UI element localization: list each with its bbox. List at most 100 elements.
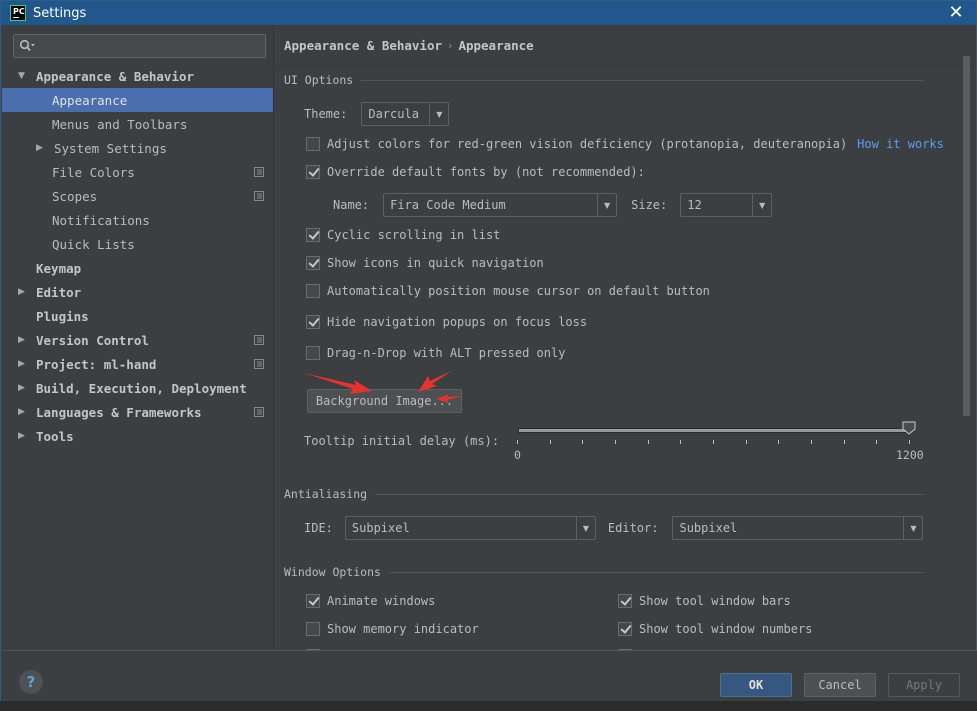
ui-option-checkbox[interactable] xyxy=(306,284,320,298)
sidebar-item-version-control[interactable]: ▶ Version Control xyxy=(2,328,273,352)
ui-option-checkbox[interactable] xyxy=(306,346,320,360)
sidebar-item-label: System Settings xyxy=(54,140,167,156)
sidebar-item-appearance[interactable]: Appearance xyxy=(2,88,273,112)
breadcrumb-parent[interactable]: Appearance & Behavior xyxy=(284,38,442,53)
ok-button-label: OK xyxy=(748,678,764,692)
ide-antialiasing-label: IDE: xyxy=(304,521,333,535)
tooltip-delay-slider-thumb[interactable] xyxy=(902,421,916,435)
override-fonts-row: Override default fonts by (not recommend… xyxy=(306,165,645,179)
expanded-arrow-icon[interactable]: ▼ xyxy=(18,71,28,81)
sidebar-item-file-colors[interactable]: File Colors xyxy=(2,160,273,184)
project-level-icon xyxy=(254,191,264,201)
font-name-combobox[interactable]: Fira Code Medium ▼ xyxy=(383,193,618,217)
font-size-combobox[interactable]: 12 ▼ xyxy=(680,193,773,217)
theme-label: Theme: xyxy=(304,107,348,121)
ui-option-checkbox[interactable] xyxy=(306,256,320,270)
collapsed-arrow-icon[interactable]: ▶ xyxy=(18,335,28,345)
background-image-button-label: Background Image... xyxy=(315,394,454,408)
editor-antialiasing-combobox[interactable]: Subpixel ▼ xyxy=(672,516,924,540)
collapsed-arrow-icon[interactable]: ▶ xyxy=(18,287,28,297)
window-option-row: Show tool window numbers xyxy=(618,622,812,636)
sidebar-item-label: Project: ml-hand xyxy=(36,356,157,372)
settings-search-input[interactable] xyxy=(13,34,266,58)
help-button[interactable]: ? xyxy=(19,670,43,694)
ui-option-checkbox[interactable] xyxy=(306,228,320,242)
cancel-button[interactable]: Cancel xyxy=(804,673,876,697)
sidebar-item-appearance-behavior[interactable]: ▼ Appearance & Behavior xyxy=(2,64,273,88)
sidebar-item-label: Quick Lists xyxy=(52,236,135,252)
apply-button[interactable]: Apply xyxy=(888,673,960,697)
project-level-icon xyxy=(254,359,264,369)
settings-dialog: PC Settings ✕ ▼ Appearance & Behavior Appe… xyxy=(0,0,977,711)
override-fonts-checkbox[interactable] xyxy=(306,165,320,179)
breadcrumb-separator: › xyxy=(448,39,453,52)
antialiasing-section-title: Antialiasing xyxy=(284,487,924,501)
settings-sidebar: ▼ Appearance & Behavior Appearance Menus an… xyxy=(2,25,274,650)
sidebar-item-label: Tools xyxy=(36,428,74,444)
sidebar-item-quick-lists[interactable]: Quick Lists xyxy=(2,232,273,256)
sidebar-item-label: File Colors xyxy=(52,164,135,180)
how-it-works-link[interactable]: How it works xyxy=(857,137,944,151)
tooltip-delay-slider-track[interactable] xyxy=(518,428,908,433)
sidebar-item-scopes[interactable]: Scopes xyxy=(2,184,273,208)
sidebar-item-label: Version Control xyxy=(36,332,149,348)
sidebar-item-plugins[interactable]: Plugins xyxy=(2,304,273,328)
sidebar-item-label: Appearance & Behavior xyxy=(36,68,195,84)
color-deficiency-checkbox[interactable] xyxy=(306,137,320,151)
ui-option-label: Cyclic scrolling in list xyxy=(327,228,501,242)
ui-option-row: Show icons in quick navigation xyxy=(306,256,544,270)
window-option-checkbox[interactable] xyxy=(306,594,320,608)
ide-antialiasing-combobox[interactable]: Subpixel ▼ xyxy=(344,516,596,540)
ok-button[interactable]: OK xyxy=(720,673,792,697)
window-option-label: Animate windows xyxy=(327,594,436,608)
theme-combobox[interactable]: Darcula ▼ xyxy=(361,102,450,126)
sidebar-item-keymap[interactable]: Keymap xyxy=(2,256,273,280)
breadcrumb: Appearance & Behavior › Appearance xyxy=(284,38,534,53)
sidebar-item-notifications[interactable]: Notifications xyxy=(2,208,273,232)
collapsed-arrow-icon[interactable]: ▶ xyxy=(18,359,28,369)
sidebar-item-system-settings[interactable]: ▶ System Settings xyxy=(2,136,273,160)
antialiasing-title-text: Antialiasing xyxy=(284,487,368,501)
background-image-button[interactable]: Background Image... xyxy=(307,389,462,413)
sidebar-item-menus-and-toolbars[interactable]: Menus and Toolbars xyxy=(2,112,273,136)
override-fonts-label: Override default fonts by (not recommend… xyxy=(327,165,645,179)
slider-tick xyxy=(843,440,845,444)
window-option-checkbox[interactable] xyxy=(618,622,632,636)
ui-option-row: Drag-n-Drop with ALT pressed only xyxy=(306,346,565,360)
collapsed-arrow-icon[interactable]: ▶ xyxy=(18,383,28,393)
slider-tick xyxy=(647,440,649,444)
sidebar-item-label: Build, Execution, Deployment xyxy=(36,380,247,396)
window-option-checkbox[interactable] xyxy=(306,622,320,636)
slider-tick xyxy=(582,440,584,444)
dialog-footer: ? OK Cancel Apply xyxy=(2,650,977,702)
sidebar-item-editor[interactable]: ▶ Editor xyxy=(2,280,273,304)
tooltip-delay-label: Tooltip initial delay (ms): xyxy=(304,434,500,448)
window-option-checkbox[interactable] xyxy=(618,594,632,608)
sidebar-item-label: Editor xyxy=(36,284,82,300)
chevron-down-icon: ▼ xyxy=(597,194,616,216)
window-option-label: Show tool window numbers xyxy=(639,622,813,636)
sidebar-item-languages-frameworks[interactable]: ▶ Languages & Frameworks xyxy=(2,400,273,424)
chevron-down-icon: ▼ xyxy=(429,103,448,125)
collapsed-arrow-icon[interactable]: ▶ xyxy=(18,431,28,441)
ui-option-label: Automatically position mouse cursor on d… xyxy=(327,284,710,298)
slider-tick xyxy=(713,440,714,444)
header-divider xyxy=(275,65,976,66)
settings-tree: ▼ Appearance & Behavior Appearance Menus an… xyxy=(2,64,273,448)
ui-option-row: Automatically position mouse cursor on d… xyxy=(306,284,710,298)
ui-option-label: Show icons in quick navigation xyxy=(327,256,544,270)
collapsed-arrow-icon[interactable]: ▶ xyxy=(18,407,28,417)
background-editor-strip xyxy=(0,701,977,711)
sidebar-item-build-execution-deployment[interactable]: ▶ Build, Execution, Deployment xyxy=(2,376,273,400)
ui-options-section-title: UI Options xyxy=(284,73,924,87)
ui-option-row: Hide navigation popups on focus loss xyxy=(306,315,587,329)
sidebar-item-project-ml-hand[interactable]: ▶ Project: ml-hand xyxy=(2,352,273,376)
ui-option-label: Hide navigation popups on focus loss xyxy=(327,315,588,329)
collapsed-arrow-icon[interactable]: ▶ xyxy=(36,143,46,153)
ui-option-checkbox[interactable] xyxy=(306,315,320,329)
ui-option-row: Cyclic scrolling in list xyxy=(306,228,500,242)
sidebar-item-tools[interactable]: ▶ Tools xyxy=(2,424,273,448)
close-icon[interactable]: ✕ xyxy=(946,3,966,23)
main-scrollbar[interactable] xyxy=(963,56,970,416)
search-text-field[interactable] xyxy=(40,37,260,55)
